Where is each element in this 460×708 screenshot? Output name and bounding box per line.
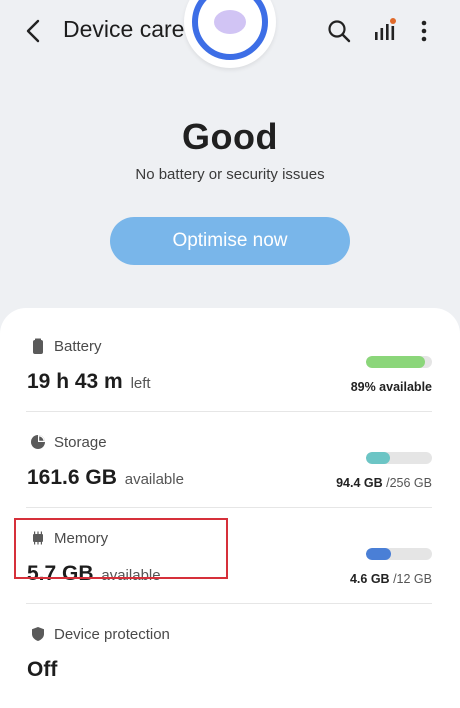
battery-time-remaining: 19 h 43 m left — [27, 370, 151, 393]
battery-progress-bar — [366, 356, 432, 368]
search-icon[interactable] — [326, 18, 352, 44]
battery-item[interactable]: Battery 19 h 43 m left 89% available — [0, 316, 460, 412]
back-arrow-icon[interactable] — [20, 17, 48, 45]
device-protection-item[interactable]: Device protection Off — [0, 604, 460, 700]
memory-progress-bar — [366, 548, 432, 560]
memory-usage-text: 4.6 GB /12 GB — [349, 572, 432, 586]
storage-pie-icon — [31, 435, 45, 449]
shield-icon — [32, 627, 44, 641]
optimise-now-button[interactable]: Optimise now — [110, 217, 350, 265]
device-protection-status: Off — [27, 658, 58, 681]
signal-bars-icon[interactable] — [372, 16, 398, 42]
notification-dot — [390, 18, 396, 24]
device-protection-label: Device protection — [54, 626, 170, 643]
battery-unit: left — [130, 375, 151, 392]
status-description: No battery or security issues — [135, 166, 325, 183]
battery-icon — [33, 338, 43, 354]
page-title: Device care — [63, 16, 185, 42]
storage-unit: available — [124, 471, 184, 488]
battery-label: Battery — [54, 338, 102, 355]
storage-item[interactable]: Storage 161.6 GB available 94.4 GB /256 … — [0, 412, 460, 508]
battery-available-text: 89% available — [350, 380, 432, 394]
storage-available-value: 161.6 GB available — [27, 466, 184, 489]
storage-progress-bar — [366, 452, 432, 464]
storage-usage-text: 94.4 GB /256 GB — [336, 476, 432, 490]
storage-label: Storage — [54, 434, 107, 451]
device-status: Good — [182, 116, 278, 157]
memory-highlight-box — [14, 518, 228, 579]
more-vertical-icon[interactable] — [413, 18, 435, 44]
